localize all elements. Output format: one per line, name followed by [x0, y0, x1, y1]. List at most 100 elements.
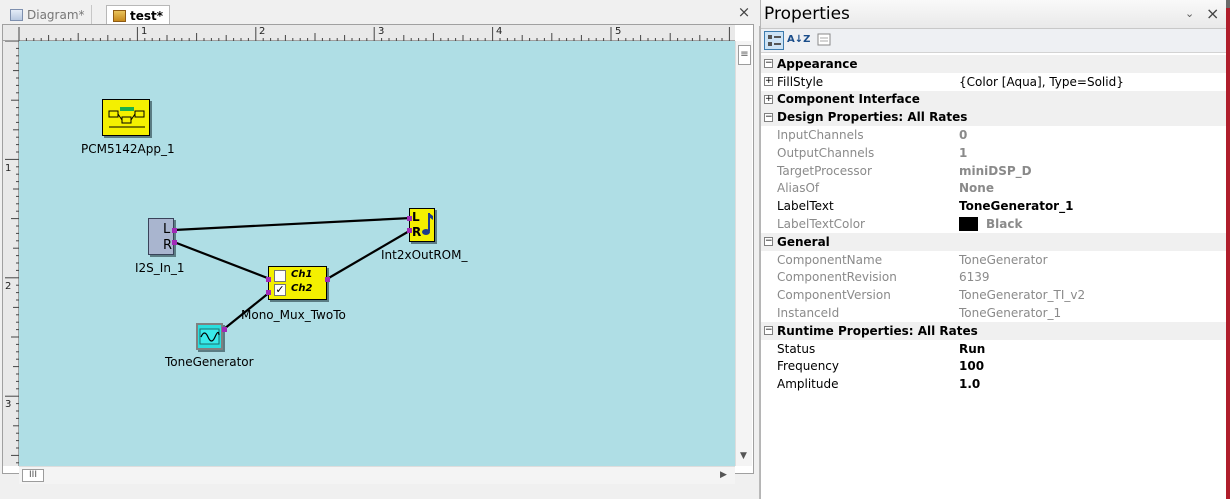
property-row[interactable]: OutputChannels 1 — [761, 144, 1229, 162]
property-row[interactable]: LabelText ToneGenerator_1 — [761, 197, 1229, 215]
property-category[interactable]: − Appearance — [761, 55, 1229, 73]
property-name: TargetProcessor — [777, 163, 872, 178]
collapse-icon[interactable]: − — [764, 112, 773, 122]
ruler-ticks — [18, 27, 730, 41]
music-note-icon — [422, 213, 433, 235]
collapse-icon[interactable]: − — [764, 326, 773, 336]
property-name: Appearance — [777, 56, 858, 71]
property-value[interactable]: {Color [Aqua], Type=Solid} — [959, 75, 1124, 89]
property-row[interactable]: Amplitude 1.0 — [761, 375, 1229, 393]
property-value[interactable]: Run — [959, 342, 985, 356]
property-row[interactable]: Frequency 100 — [761, 358, 1229, 376]
test-icon — [113, 9, 126, 22]
ruler-number: 2 — [5, 281, 12, 292]
property-row[interactable]: ComponentVersion ToneGenerator_TI_v2 — [761, 286, 1229, 304]
output-block[interactable]: L R — [409, 208, 435, 242]
collapse-icon[interactable]: − — [764, 237, 773, 247]
edge-accent — [1226, 0, 1230, 499]
categorized-button[interactable] — [764, 31, 784, 50]
output-port-l[interactable] — [407, 216, 412, 221]
horizontal-ruler: 1 2 3 4 5 — [3, 25, 735, 41]
mux-port-ch2[interactable] — [266, 290, 271, 295]
alphabetical-button[interactable]: A↓Z — [787, 31, 810, 50]
tab-diagram[interactable]: Diagram* — [4, 5, 92, 25]
document-tabstrip: Diagram* test* × — [0, 0, 760, 26]
tab-test[interactable]: test* — [106, 5, 171, 25]
i2s-port-l[interactable] — [172, 228, 177, 233]
ch2-checkbox[interactable]: ✓ — [274, 284, 286, 296]
property-grid: − Appearance + FillStyle {Color [Aqua], Type… — [761, 55, 1229, 393]
horizontal-scrollbar[interactable]: III ▶ — [19, 466, 735, 484]
property-category[interactable]: − General — [761, 232, 1229, 251]
property-name: LabelTextColor — [777, 217, 865, 232]
collapse-icon[interactable]: − — [764, 59, 773, 69]
property-category[interactable]: − Design Properties: All Rates — [761, 108, 1229, 127]
property-pages-button[interactable] — [814, 31, 834, 50]
property-value: ToneGenerator_TI_v2 — [959, 288, 1085, 302]
property-value[interactable]: 1.0 — [959, 377, 980, 391]
ruler-number: 4 — [496, 26, 503, 37]
property-value-text: Run — [959, 341, 986, 356]
property-value: ToneGenerator — [959, 253, 1048, 267]
close-document-icon[interactable]: × — [736, 4, 752, 20]
horizontal-scroll-thumb[interactable]: III — [22, 469, 44, 482]
property-value: ToneGenerator_1 — [959, 306, 1061, 320]
property-value-text: Black — [986, 217, 1023, 232]
property-row[interactable]: + FillStyle {Color [Aqua], Type=Solid} — [761, 73, 1229, 91]
property-value[interactable]: 100 — [959, 359, 984, 373]
dropdown-chevron-icon[interactable]: ⌄ — [1185, 7, 1194, 20]
property-value: 1 — [959, 146, 967, 160]
ruler-number: 1 — [141, 26, 148, 37]
mux-port-out[interactable] — [325, 277, 330, 282]
property-name: InputChannels — [777, 128, 864, 143]
app-component-block[interactable] — [102, 99, 150, 136]
property-value-text: 100 — [959, 359, 985, 374]
mux-port-ch1[interactable] — [266, 277, 271, 282]
mux-ch2-label: Ch2 — [291, 283, 313, 294]
categorized-icon — [768, 35, 781, 46]
output-port-r[interactable] — [407, 228, 412, 233]
property-row[interactable]: LabelTextColor Black — [761, 215, 1229, 233]
expand-icon[interactable]: + — [764, 77, 773, 87]
property-row[interactable]: AliasOf None — [761, 180, 1229, 198]
property-row[interactable]: InputChannels 0 — [761, 126, 1229, 144]
property-name: Runtime Properties: All Rates — [777, 323, 978, 338]
property-name: General — [777, 234, 830, 249]
wire-i2s-r-to-mux-ch1[interactable] — [173, 240, 271, 281]
scroll-right-icon[interactable]: ▶ — [720, 470, 727, 480]
property-category[interactable]: + Component Interface — [761, 90, 1229, 109]
property-name: AliasOf — [777, 181, 820, 196]
vertical-scroll-thumb[interactable]: ≡ — [738, 45, 751, 65]
component-label: PCM5142App_1 — [81, 142, 175, 156]
i2s-input-block[interactable]: L R — [148, 218, 174, 255]
i2s-r-letter: R — [163, 238, 173, 253]
property-row[interactable]: Status Run — [761, 340, 1229, 358]
properties-toolbar: A↓Z — [761, 29, 1229, 53]
tone-port-out[interactable] — [222, 327, 227, 332]
close-icon[interactable]: × — [1206, 4, 1219, 23]
property-value-text: ToneGenerator_TI_v2 — [959, 288, 1086, 303]
property-row[interactable]: TargetProcessor miniDSP_D — [761, 162, 1229, 180]
scroll-down-icon[interactable]: ▼ — [740, 451, 747, 461]
property-pages-icon — [817, 33, 831, 46]
property-value: miniDSP_D — [959, 164, 1032, 178]
component-label: ToneGenerator — [165, 355, 254, 369]
mono-mux-block[interactable]: ✓ Ch1 Ch2 — [268, 266, 327, 300]
property-row[interactable]: ComponentRevision 6139 — [761, 269, 1229, 287]
i2s-port-r[interactable] — [172, 240, 177, 245]
property-row[interactable]: InstanceId ToneGenerator_1 — [761, 304, 1229, 322]
tone-generator-block[interactable] — [196, 323, 223, 350]
property-value: 6139 — [959, 270, 990, 284]
vertical-scrollbar[interactable]: ≡ ▼ — [735, 41, 752, 466]
properties-title: Properties — [764, 4, 850, 24]
ruler-number: 3 — [5, 399, 12, 410]
property-row[interactable]: ComponentName ToneGenerator — [761, 251, 1229, 269]
ch1-checkbox[interactable] — [274, 270, 286, 282]
property-value[interactable]: ToneGenerator_1 — [959, 199, 1073, 213]
property-category[interactable]: − Runtime Properties: All Rates — [761, 321, 1229, 340]
diagram-canvas[interactable]: PCM5142App_1 L R I2S_In_1 ✓ Ch1 Ch2 Mono… — [19, 41, 735, 466]
property-value: 0 — [959, 128, 967, 142]
expand-icon[interactable]: + — [764, 94, 773, 104]
wire-i2s-l-to-output-l[interactable] — [173, 216, 412, 232]
mux-ch1-label: Ch1 — [291, 269, 313, 280]
